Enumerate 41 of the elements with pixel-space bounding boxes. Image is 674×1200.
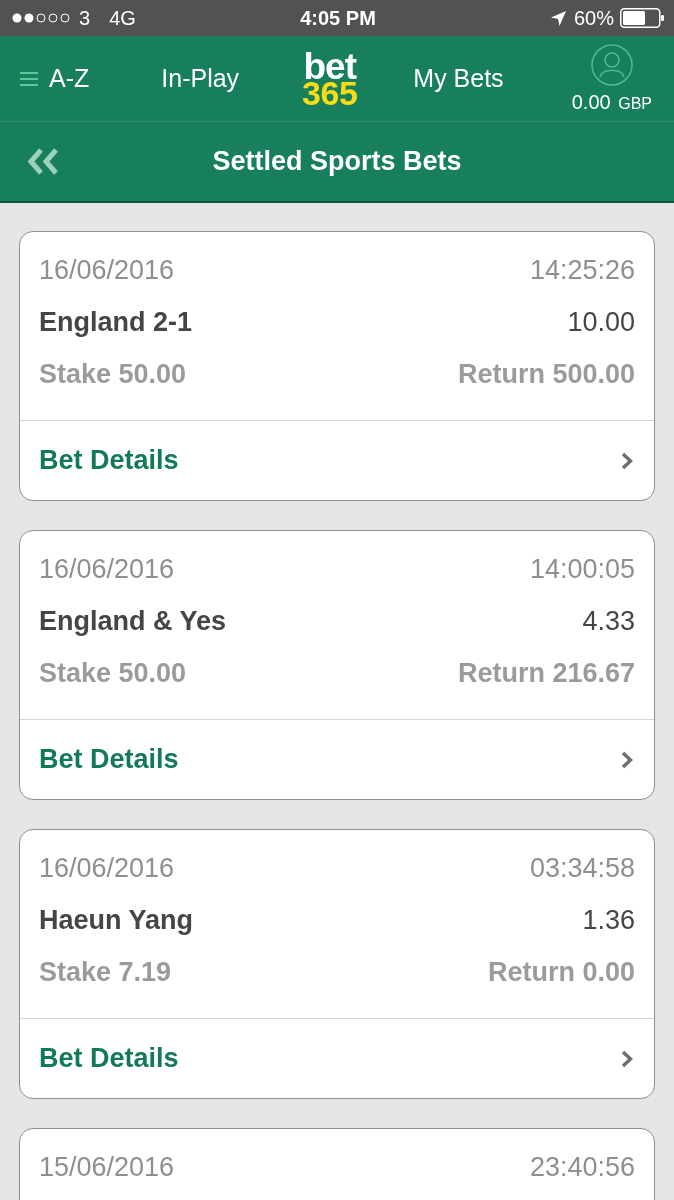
return-amount: Return 0.00 [487, 956, 635, 988]
bet-date: 16/06/2016 [39, 553, 175, 585]
back-icon[interactable] [26, 148, 59, 175]
bet-odds: 10.00 [567, 306, 635, 338]
account-balance: 0.00 GBP [571, 90, 652, 114]
chevron-right-icon[interactable] [621, 1049, 633, 1068]
brand-logo[interactable]: bet 365 [302, 50, 358, 107]
stake-amount: Stake 50.00 [39, 657, 187, 689]
bet-date: 16/06/2016 [39, 254, 175, 286]
network-type: 4G [109, 6, 136, 30]
bet-selection: England & Yes [39, 605, 227, 637]
menu-icon [20, 70, 38, 87]
return-amount: Return 500.00 [457, 358, 635, 390]
bet-time: 14:00:05 [529, 553, 635, 585]
page-title: Settled Sports Bets [212, 146, 462, 177]
battery-percentage: 60% [573, 6, 614, 30]
bet-odds: 1.36 [582, 904, 635, 936]
stake-amount: Stake 50.00 [39, 358, 187, 390]
bet-time: 14:25:26 [529, 254, 635, 286]
in-play-link[interactable]: In-Play [161, 64, 240, 93]
bet-details-link[interactable]: Bet Details [39, 744, 179, 775]
bet-odds: 4.33 [582, 605, 635, 637]
chevron-right-icon[interactable] [621, 750, 633, 769]
bet-details-link[interactable]: Bet Details [39, 1043, 179, 1074]
bet-time: 23:40:56 [529, 1151, 635, 1183]
return-amount: Return 216.67 [457, 657, 635, 689]
bet-date: 15/06/2016 [39, 1151, 175, 1183]
carrier-name: 3 [79, 6, 91, 30]
clock-time: 4:05 PM [300, 6, 376, 30]
location-arrow-icon [550, 10, 566, 26]
bet-details-link[interactable]: Bet Details [39, 445, 179, 476]
stake-amount: Stake 7.19 [39, 956, 172, 988]
chevron-right-icon[interactable] [621, 451, 633, 470]
battery-icon [620, 8, 664, 28]
menu-button[interactable]: A-Z [20, 64, 90, 93]
bet-date: 16/06/2016 [39, 852, 175, 884]
bet-selection: England 2-1 [39, 306, 193, 338]
signal-icon [12, 13, 70, 23]
my-bets-link[interactable]: My Bets [413, 64, 504, 93]
bet-selection: Haeun Yang [39, 904, 194, 936]
bet-time: 03:34:58 [529, 852, 635, 884]
